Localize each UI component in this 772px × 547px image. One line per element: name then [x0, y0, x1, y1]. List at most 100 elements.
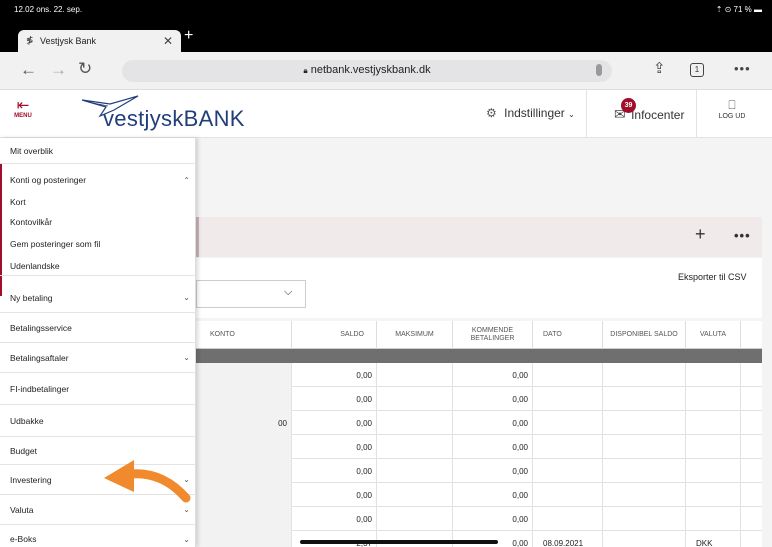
sidebar-item-betalingsaftaler[interactable]: Betalingsaftaler ⌄	[0, 343, 196, 373]
cell-maks	[376, 531, 452, 547]
new-tab-plus-icon[interactable]: +	[184, 27, 193, 45]
sidebar-item-overblik[interactable]: Mit overblik	[0, 138, 196, 164]
cell-kommende: 0,00	[452, 483, 532, 507]
gear-icon: ⚙	[486, 106, 497, 120]
address-bar: ← → ↻ 🔒︎ netbank.vestjyskbank.dk ⇪ 1 •••	[0, 52, 772, 90]
url-field[interactable]: 🔒︎ netbank.vestjyskbank.dk	[122, 60, 612, 82]
cell-kommende: 0,00	[452, 411, 532, 435]
export-csv-link[interactable]: Eksporter til CSV	[678, 272, 747, 282]
accounts-table: KONTO SALDO MAKSIMUM KOMMENDE BETALINGER…	[196, 321, 762, 547]
more-options-icon[interactable]: •••	[734, 228, 751, 243]
tab-switcher-icon[interactable]: 1	[690, 63, 704, 77]
browser-tab[interactable]: ≸ Vestjysk Bank ✕	[18, 30, 181, 52]
cell-dato	[532, 459, 602, 483]
cell-dato: 08.09.2021	[532, 531, 602, 547]
col-maksimum[interactable]: MAKSIMUM	[376, 321, 452, 349]
cell-disp	[602, 387, 685, 411]
add-plus-icon[interactable]: +	[695, 224, 706, 245]
logout-label: LOG UD	[718, 113, 746, 120]
table-row[interactable]: 2,37 0,0008.09.2021 DKK	[196, 531, 762, 547]
cell-dato	[532, 411, 602, 435]
share-icon[interactable]: ⇪	[653, 59, 666, 77]
cell-disp	[602, 435, 685, 459]
sidebar-item-fi-indbetalinger[interactable]: FI-indbetalinger	[0, 373, 196, 405]
status-indicators: ⇡ ⊙ 71 % ▬	[715, 5, 762, 14]
col-disponibel[interactable]: DISPONIBEL SALDO	[602, 321, 685, 349]
lock-icon: 🔒︎	[303, 66, 308, 75]
cell-maks	[376, 459, 452, 483]
cell-kommende: 0,00	[452, 363, 532, 387]
sidebar-item-label: Valuta	[10, 504, 34, 515]
close-icon[interactable]: ✕	[163, 34, 173, 48]
logout-button[interactable]: ⎕ LOG UD	[714, 98, 750, 120]
cell-valuta	[685, 435, 740, 459]
cell-maks	[376, 411, 452, 435]
table-row[interactable]: 0,00 0,00	[196, 483, 762, 507]
cell-dato	[532, 387, 602, 411]
curved-arrow-annotation-icon	[104, 460, 191, 503]
cell-valuta	[685, 483, 740, 507]
table-group-row	[196, 349, 762, 363]
chevron-down-icon[interactable]: ⌵	[284, 286, 292, 299]
reload-icon[interactable]: ↻	[78, 59, 92, 79]
menu-button[interactable]: ⇤ MENU	[10, 98, 36, 119]
cell-saldo: 0,00	[291, 507, 376, 531]
header-divider	[696, 90, 697, 138]
sidebar-item-udbakke[interactable]: Udbakke	[0, 405, 196, 437]
bank-favicon-icon: ≸	[26, 35, 34, 45]
sidebar-subitem-udenlandske[interactable]: Udenlandske	[0, 258, 196, 276]
cell-kommende: 0,00	[452, 435, 532, 459]
sidebar-subitem-gem[interactable]: Gem posteringer som fil	[0, 236, 196, 252]
table-row[interactable]: 0,00 0,00	[196, 507, 762, 531]
chevron-down-icon: ⌄	[183, 353, 190, 362]
sidebar-subitem-kontovilkaar[interactable]: Kontovilkår	[0, 214, 196, 230]
cell-konto	[196, 387, 291, 411]
chevron-down-icon: ⌄	[183, 505, 190, 514]
cell-saldo: 0,00	[291, 483, 376, 507]
microphone-icon[interactable]	[596, 64, 602, 76]
status-bar: 12.02 ons. 22. sep. ⇡ ⊙ 71 % ▬ ≸ Vestjys…	[0, 0, 772, 52]
logo-text: vestjyskBANK	[103, 106, 245, 132]
account-toolbar	[196, 217, 762, 257]
cell-konto	[196, 483, 291, 507]
cell-dato	[532, 483, 602, 507]
sidebar-item-ny-betaling[interactable]: Ny betaling ⌄	[0, 283, 196, 313]
col-extra	[740, 321, 762, 349]
logout-door-icon: ⎕	[728, 98, 736, 112]
cell-extra	[740, 411, 762, 435]
sidebar-subitem-kort[interactable]: Kort	[0, 194, 196, 210]
chevron-down-icon: ⌄	[568, 110, 575, 119]
table-row[interactable]: 0,00 0,00	[196, 363, 762, 387]
settings-button[interactable]: ⚙ Indstillinger ⌄	[486, 106, 575, 120]
home-indicator	[300, 540, 498, 544]
col-saldo[interactable]: SALDO	[291, 321, 376, 349]
table-row[interactable]: 0,00 0,00	[196, 459, 762, 483]
url-text: netbank.vestjyskbank.dk	[310, 64, 431, 76]
vestjysk-bank-logo[interactable]: vestjyskBANK	[76, 94, 256, 136]
more-options-icon[interactable]: •••	[734, 61, 751, 76]
cell-disp	[602, 483, 685, 507]
infocenter-button[interactable]: ✉ 39 Infocenter	[614, 98, 685, 123]
infocenter-label: Infocenter	[631, 108, 685, 122]
cell-konto	[196, 459, 291, 483]
sidebar-item-eboks[interactable]: e-Boks ⌄	[0, 525, 196, 547]
cell-extra	[740, 507, 762, 531]
table-row[interactable]: 0,00 0,00	[196, 435, 762, 459]
table-row[interactable]: 00 0,00 0,00	[196, 411, 762, 435]
chevron-down-icon: ⌄	[183, 534, 190, 544]
forward-arrow-icon[interactable]: →	[50, 60, 67, 80]
table-row[interactable]: 0,00 0,00	[196, 387, 762, 411]
col-konto[interactable]: KONTO	[196, 321, 291, 349]
col-dato[interactable]: DATO	[532, 321, 602, 349]
tab-title: Vestjysk Bank	[40, 36, 97, 46]
col-valuta[interactable]: VALUTA	[685, 321, 740, 349]
sidebar-subitem-label: Kontovilkår	[10, 217, 53, 227]
cell-maks	[376, 363, 452, 387]
logo-text-bank: BANK	[183, 106, 245, 131]
sidebar-item-konti[interactable]: Konti og posteringer ⌃	[0, 164, 196, 196]
cell-konto	[196, 435, 291, 459]
back-arrow-icon[interactable]: ←	[20, 60, 37, 80]
cell-extra	[740, 459, 762, 483]
sidebar-item-betalingsservice[interactable]: Betalingsservice	[0, 313, 196, 343]
col-kommende[interactable]: KOMMENDE BETALINGER	[452, 321, 532, 349]
